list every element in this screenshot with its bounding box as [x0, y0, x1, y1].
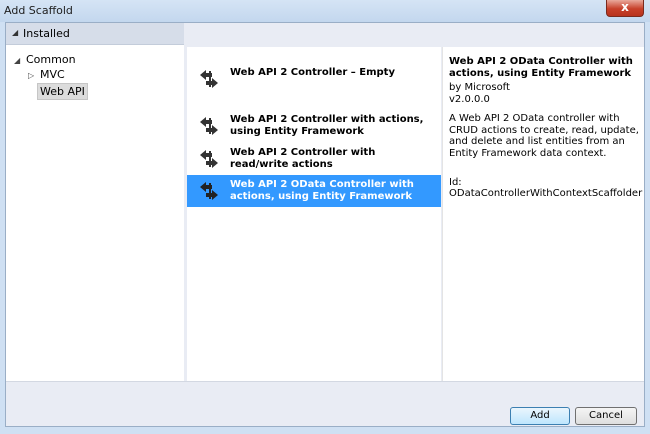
window-title: Add Scaffold: [4, 4, 73, 17]
close-button[interactable]: x: [606, 0, 644, 17]
scaffold-item-label: Web API 2 Controller with actions, using…: [230, 114, 424, 137]
tree-node-web-api[interactable]: Web API: [37, 83, 88, 100]
controller-icon: [200, 150, 218, 168]
button-bar: Add Cancel: [6, 381, 644, 426]
collapse-triangle-icon: ◢: [12, 28, 19, 37]
expanded-triangle-icon[interactable]: ◢: [14, 56, 26, 65]
list-header-area: [187, 23, 644, 47]
scaffold-item-read-write[interactable]: Web API 2 Controller with read/write act…: [187, 143, 441, 175]
scaffold-item-label: Web API 2 OData Controller with actions,…: [230, 179, 414, 202]
tree-node-common[interactable]: ◢ Common: [14, 53, 76, 66]
details-id: Id: ODataControllerWithContextScaffolder: [449, 177, 643, 199]
tree-node-label: Common: [26, 53, 76, 66]
details-panel: Web API 2 OData Controller with actions,…: [442, 47, 644, 381]
category-tree: ◢ Common ▷ MVC Web API: [6, 45, 184, 383]
scaffold-list: Web API 2 Controller – Empty Web API 2 C…: [187, 47, 441, 381]
installed-header[interactable]: ◢ Installed: [6, 23, 184, 45]
controller-icon: [200, 182, 218, 200]
installed-label: Installed: [23, 27, 70, 40]
cancel-button[interactable]: Cancel: [575, 407, 637, 425]
details-version: v2.0.0.0: [449, 94, 490, 105]
scaffold-item-odata-ef[interactable]: Web API 2 OData Controller with actions,…: [187, 175, 441, 207]
tree-node-mvc[interactable]: ▷ MVC: [28, 68, 65, 81]
close-icon: x: [621, 0, 629, 14]
scaffold-item-label: Web API 2 Controller with read/write act…: [230, 147, 376, 170]
details-title: Web API 2 OData Controller with actions,…: [449, 56, 633, 79]
title-bar: Add Scaffold x: [0, 0, 650, 22]
scaffold-item-label: Web API 2 Controller – Empty: [230, 67, 395, 78]
add-button[interactable]: Add: [510, 407, 570, 425]
controller-icon: [200, 117, 218, 135]
tree-node-label: MVC: [40, 68, 65, 81]
details-author: by Microsoft: [449, 82, 510, 93]
collapsed-triangle-icon[interactable]: ▷: [28, 71, 40, 80]
dialog-client-area: ◢ Installed ◢ Common ▷ MVC Web API Web API…: [5, 22, 645, 427]
details-description: A Web API 2 OData controller with CRUD a…: [449, 113, 639, 159]
scaffold-item-empty[interactable]: Web API 2 Controller – Empty: [187, 63, 441, 95]
tree-node-label: Web API: [40, 85, 85, 98]
scaffold-item-actions-ef[interactable]: Web API 2 Controller with actions, using…: [187, 110, 441, 142]
controller-icon: [200, 70, 218, 88]
